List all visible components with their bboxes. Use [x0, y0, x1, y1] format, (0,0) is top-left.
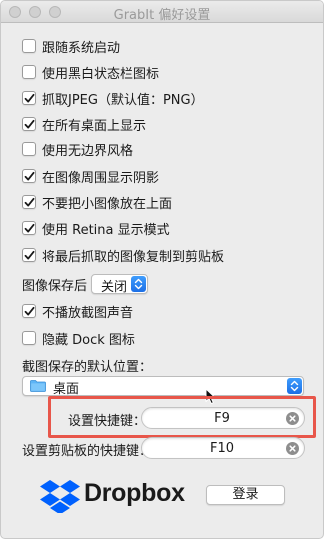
dropbox-login-button[interactable]: 登录 [206, 485, 285, 505]
clipboard-hotkey-value: F10 [209, 441, 235, 456]
option-mute-sound[interactable]: 不播放截图声音 [22, 302, 134, 321]
checkbox-copy-to-clipboard[interactable] [22, 248, 36, 262]
preferences-window: GrabIt 偏好设置 跟随系统启动 使用黑白状态栏图标 抓取JPEG（默认值：… [0, 0, 324, 539]
clipboard-hotkey-field[interactable]: F10 [141, 437, 305, 459]
option-label: 隐藏 Dock 图标 [42, 332, 135, 348]
option-label: 在图像周围显示阴影 [42, 170, 160, 186]
save-after-label: 图像保存后 [22, 279, 88, 294]
save-location-popup[interactable]: 桌面 [22, 376, 304, 397]
dropbox-logo-icon [40, 480, 80, 513]
dropbox-wordmark: Dropbox [84, 479, 185, 507]
option-capture-jpeg[interactable]: 抓取JPEG（默认值：PNG） [22, 89, 204, 108]
popup-stepper-icon [287, 378, 302, 394]
option-monochrome-icon[interactable]: 使用黑白状态栏图标 [22, 63, 160, 82]
checkbox-hide-dock-icon[interactable] [22, 331, 36, 345]
option-launch-at-login[interactable]: 跟随系统启动 [22, 37, 121, 56]
option-small-on-top[interactable]: 不要把小图像放在上面 [22, 193, 173, 212]
option-label: 将最后抓取的图像复制到剪贴板 [42, 249, 225, 265]
checkbox-mute-sound[interactable] [22, 304, 36, 318]
capture-hotkey-label: 设置快捷键： [68, 414, 147, 429]
checkbox-retina[interactable] [22, 221, 36, 235]
option-label: 不要把小图像放在上面 [42, 196, 173, 212]
option-copy-to-clipboard[interactable]: 将最后抓取的图像复制到剪贴板 [22, 246, 225, 265]
option-label: 跟随系统启动 [42, 40, 121, 56]
option-label: 使用 Retina 显示模式 [42, 222, 170, 238]
title-bar: GrabIt 偏好设置 [1, 1, 323, 23]
option-shadow[interactable]: 在图像周围显示阴影 [22, 167, 160, 186]
option-borderless[interactable]: 使用无边界风格 [22, 140, 134, 159]
option-label: 在所有桌面上显示 [42, 118, 147, 134]
option-label: 使用无边界风格 [42, 143, 134, 159]
option-label: 使用黑白状态栏图标 [42, 66, 160, 82]
option-all-desktops[interactable]: 在所有桌面上显示 [22, 115, 147, 134]
save-location-value: 桌面 [53, 382, 80, 397]
folder-icon [30, 380, 46, 392]
checkbox-small-on-top[interactable] [22, 195, 36, 209]
clipboard-hotkey-label: 设置剪贴板的快捷键： [22, 444, 153, 459]
checkbox-shadow[interactable] [22, 169, 36, 183]
checkbox-launch-at-login[interactable] [22, 39, 36, 53]
option-label: 抓取JPEG（默认值：PNG） [42, 92, 204, 108]
checkbox-monochrome-icon[interactable] [22, 65, 36, 79]
capture-hotkey-field[interactable]: F9 [141, 407, 305, 429]
capture-hotkey-value: F9 [214, 411, 230, 426]
checkbox-borderless[interactable] [22, 142, 36, 156]
option-label: 不播放截图声音 [42, 305, 134, 321]
clear-icon[interactable] [286, 412, 299, 425]
checkbox-capture-jpeg[interactable] [22, 91, 36, 105]
save-after-value: 关闭 [101, 280, 128, 295]
save-after-popup[interactable]: 关闭 [91, 274, 148, 295]
popup-stepper-icon [131, 276, 146, 292]
option-hide-dock-icon[interactable]: 隐藏 Dock 图标 [22, 329, 135, 348]
option-retina[interactable]: 使用 Retina 显示模式 [22, 219, 170, 238]
checkbox-all-desktops[interactable] [22, 117, 36, 131]
window-title: GrabIt 偏好设置 [113, 8, 211, 23]
save-location-label: 截图保存的默认位置： [22, 360, 153, 375]
clear-icon[interactable] [286, 442, 299, 455]
